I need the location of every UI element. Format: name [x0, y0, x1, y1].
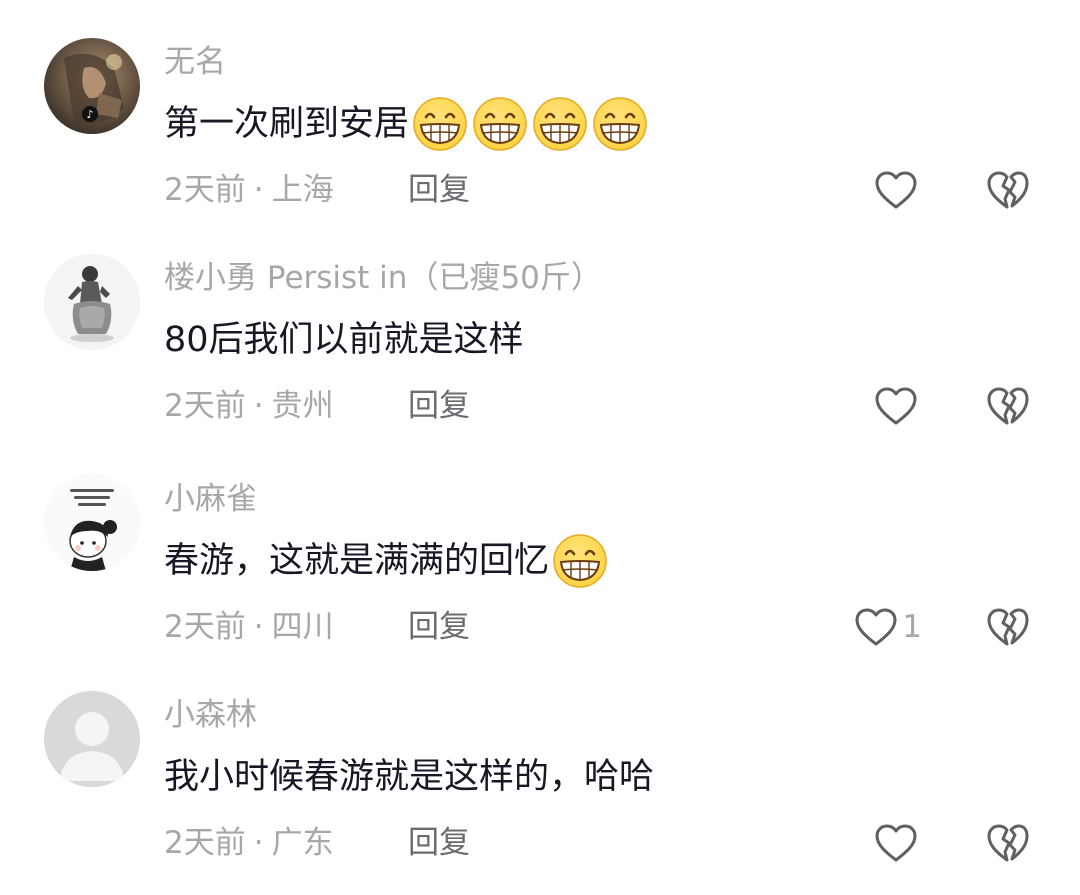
svg-text:♪: ♪: [86, 108, 93, 121]
comment-text: 第一次刷到安居: [164, 104, 410, 144]
comment-text: 春游，这就是满满的回忆: [164, 541, 550, 581]
dislike-button[interactable]: [986, 821, 1030, 865]
comment-meta: 2天前 · 贵州: [164, 384, 334, 428]
broken-heart-icon: [986, 384, 1030, 428]
comment-text-row: 80后我们以前就是这样: [164, 312, 524, 368]
comment-item: ♪ 无名 第一次刷到安居 2天前 · 上海 回复: [0, 0, 1080, 216]
like-count: 1: [902, 609, 922, 645]
comment-text-row: 我小时候春游就是这样的，哈哈: [164, 749, 654, 805]
grinning-face-emoji: [531, 95, 589, 153]
like-button[interactable]: 1: [854, 603, 922, 651]
meta-separator: ·: [253, 825, 264, 861]
comment-username[interactable]: 楼小勇 Persist in（已瘦50斤）: [164, 256, 602, 300]
avatar[interactable]: ♪: [44, 38, 140, 134]
dislike-button[interactable]: [986, 605, 1030, 649]
meta-separator: ·: [253, 388, 264, 424]
comment-username[interactable]: 小森林: [164, 693, 257, 737]
comment-location: 广东: [271, 825, 334, 861]
dislike-button[interactable]: [986, 384, 1030, 428]
comment-text: 80后我们以前就是这样: [164, 320, 524, 360]
comment-text: 我小时候春游就是这样的，哈哈: [164, 757, 655, 797]
comment-time: 2天前: [164, 609, 246, 645]
heart-icon: [874, 170, 918, 210]
comment-item: 小森林 我小时候春游就是这样的，哈哈 2天前 · 广东 回复: [0, 653, 1080, 869]
comment-meta: 2天前 · 广东: [164, 821, 334, 865]
reply-button[interactable]: 回复: [408, 168, 470, 212]
meta-separator: ·: [253, 609, 264, 645]
comment-location: 四川: [271, 609, 334, 645]
grinning-face-emoji: [471, 95, 529, 153]
reply-button[interactable]: 回复: [408, 605, 470, 649]
like-button[interactable]: [874, 166, 922, 214]
comment-item: 小麻雀 春游，这就是满满的回忆 2天前 · 四川 回复 1: [0, 437, 1080, 653]
broken-heart-icon: [986, 821, 1030, 865]
grinning-face-emoji: [411, 95, 469, 153]
like-button[interactable]: [874, 382, 922, 430]
comment-username[interactable]: 小麻雀: [164, 477, 257, 521]
comment-time: 2天前: [164, 388, 246, 424]
heart-icon: [874, 386, 918, 426]
broken-heart-icon: [986, 168, 1030, 212]
like-button[interactable]: [874, 819, 922, 867]
dislike-button[interactable]: [986, 168, 1030, 212]
reply-button[interactable]: 回复: [408, 821, 470, 865]
comment-meta: 2天前 · 四川: [164, 605, 334, 649]
comment-item: 楼小勇 Persist in（已瘦50斤） 80后我们以前就是这样 2天前 · 贵州…: [0, 216, 1080, 432]
reply-button[interactable]: 回复: [408, 384, 470, 428]
comment-text-row: 春游，这就是满满的回忆: [164, 533, 609, 589]
grinning-face-emoji: [591, 95, 649, 153]
heart-icon: [874, 823, 918, 863]
avatar[interactable]: [44, 475, 140, 571]
heart-icon: [854, 607, 898, 647]
comment-time: 2天前: [164, 825, 246, 861]
comment-location: 贵州: [271, 388, 334, 424]
comment-meta: 2天前 · 上海: [164, 168, 334, 212]
comment-text-row: 第一次刷到安居: [164, 96, 649, 152]
comment-location: 上海: [271, 172, 334, 208]
comment-time: 2天前: [164, 172, 246, 208]
avatar[interactable]: [44, 254, 140, 350]
broken-heart-icon: [986, 605, 1030, 649]
comment-username[interactable]: 无名: [164, 40, 226, 84]
grinning-face-emoji: [551, 532, 609, 590]
avatar[interactable]: [44, 691, 140, 787]
meta-separator: ·: [253, 172, 264, 208]
